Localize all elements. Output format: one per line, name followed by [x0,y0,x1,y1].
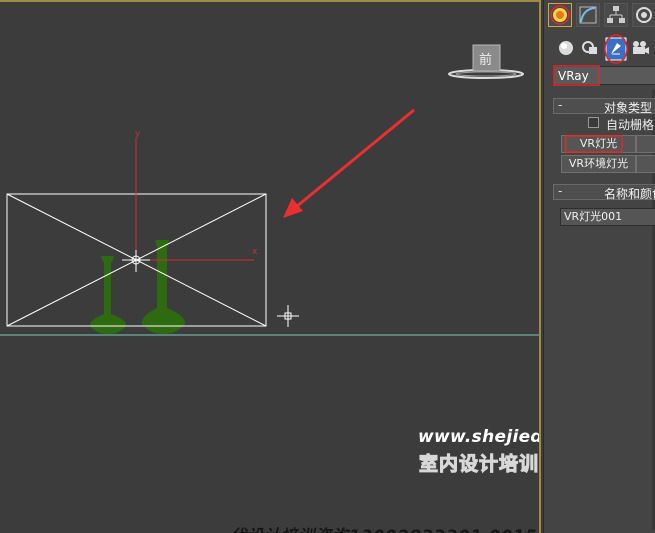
vr-ambient-light-button[interactable]: VR环境灯光 [561,155,636,173]
transform-gizmo[interactable] [122,138,254,272]
annotation-arrow [283,108,415,218]
create-tab[interactable] [548,3,572,27]
lights-icon[interactable] [604,34,628,64]
object-name-field[interactable]: VR灯光001 [560,208,655,226]
axis-x-label: x [252,247,258,257]
cameras-icon[interactable] [630,38,650,58]
viewcube[interactable]: 前 [447,43,525,81]
vr-light-button[interactable]: VR灯光 [561,135,636,153]
watermark-url: www.shejiedu.com [418,427,539,447]
command-panel: VRay - 对象类型 自动栅格 VR灯光 VR环境灯光 - 名称和颜色 VR灯… [543,0,655,533]
viewcube-front-label: 前 [479,52,492,68]
renderer-dropdown[interactable]: VRay [553,65,655,86]
object-type-title: 对象类型 [604,101,653,115]
viewport-front[interactable]: y x 前 www.shejiedu.com 室内设计培训 代设计培训咨询130… [0,0,541,533]
name-color-title: 名称和颜色 [604,187,655,201]
shapes-icon[interactable] [580,38,600,58]
footer-contact-text: 代设计培训咨询13002833301 001587879233 [230,522,539,533]
object-type-rollout-header[interactable]: - 对象类型 [553,98,655,115]
autogrid-label: 自动栅格 [606,118,655,132]
object-type-blank-button-2[interactable] [636,155,655,173]
object-type-blank-button-1[interactable] [636,135,655,153]
hierarchy-tab[interactable] [604,3,628,27]
move-cursor-icon [277,305,299,327]
collapse-icon: - [558,98,563,112]
watermark-cn: 室内设计培训 [418,453,540,476]
vr-ambient-light-button-label: VR环境灯光 [568,157,629,170]
axis-y-label: y [135,129,141,139]
motion-tab[interactable] [632,3,655,27]
name-color-rollout-header[interactable]: - 名称和颜色 [553,184,655,201]
autogrid-checkbox[interactable] [588,117,599,128]
modify-tab[interactable] [576,3,600,27]
collapse-icon: - [558,184,563,198]
geometry-sphere-icon[interactable] [556,38,576,58]
